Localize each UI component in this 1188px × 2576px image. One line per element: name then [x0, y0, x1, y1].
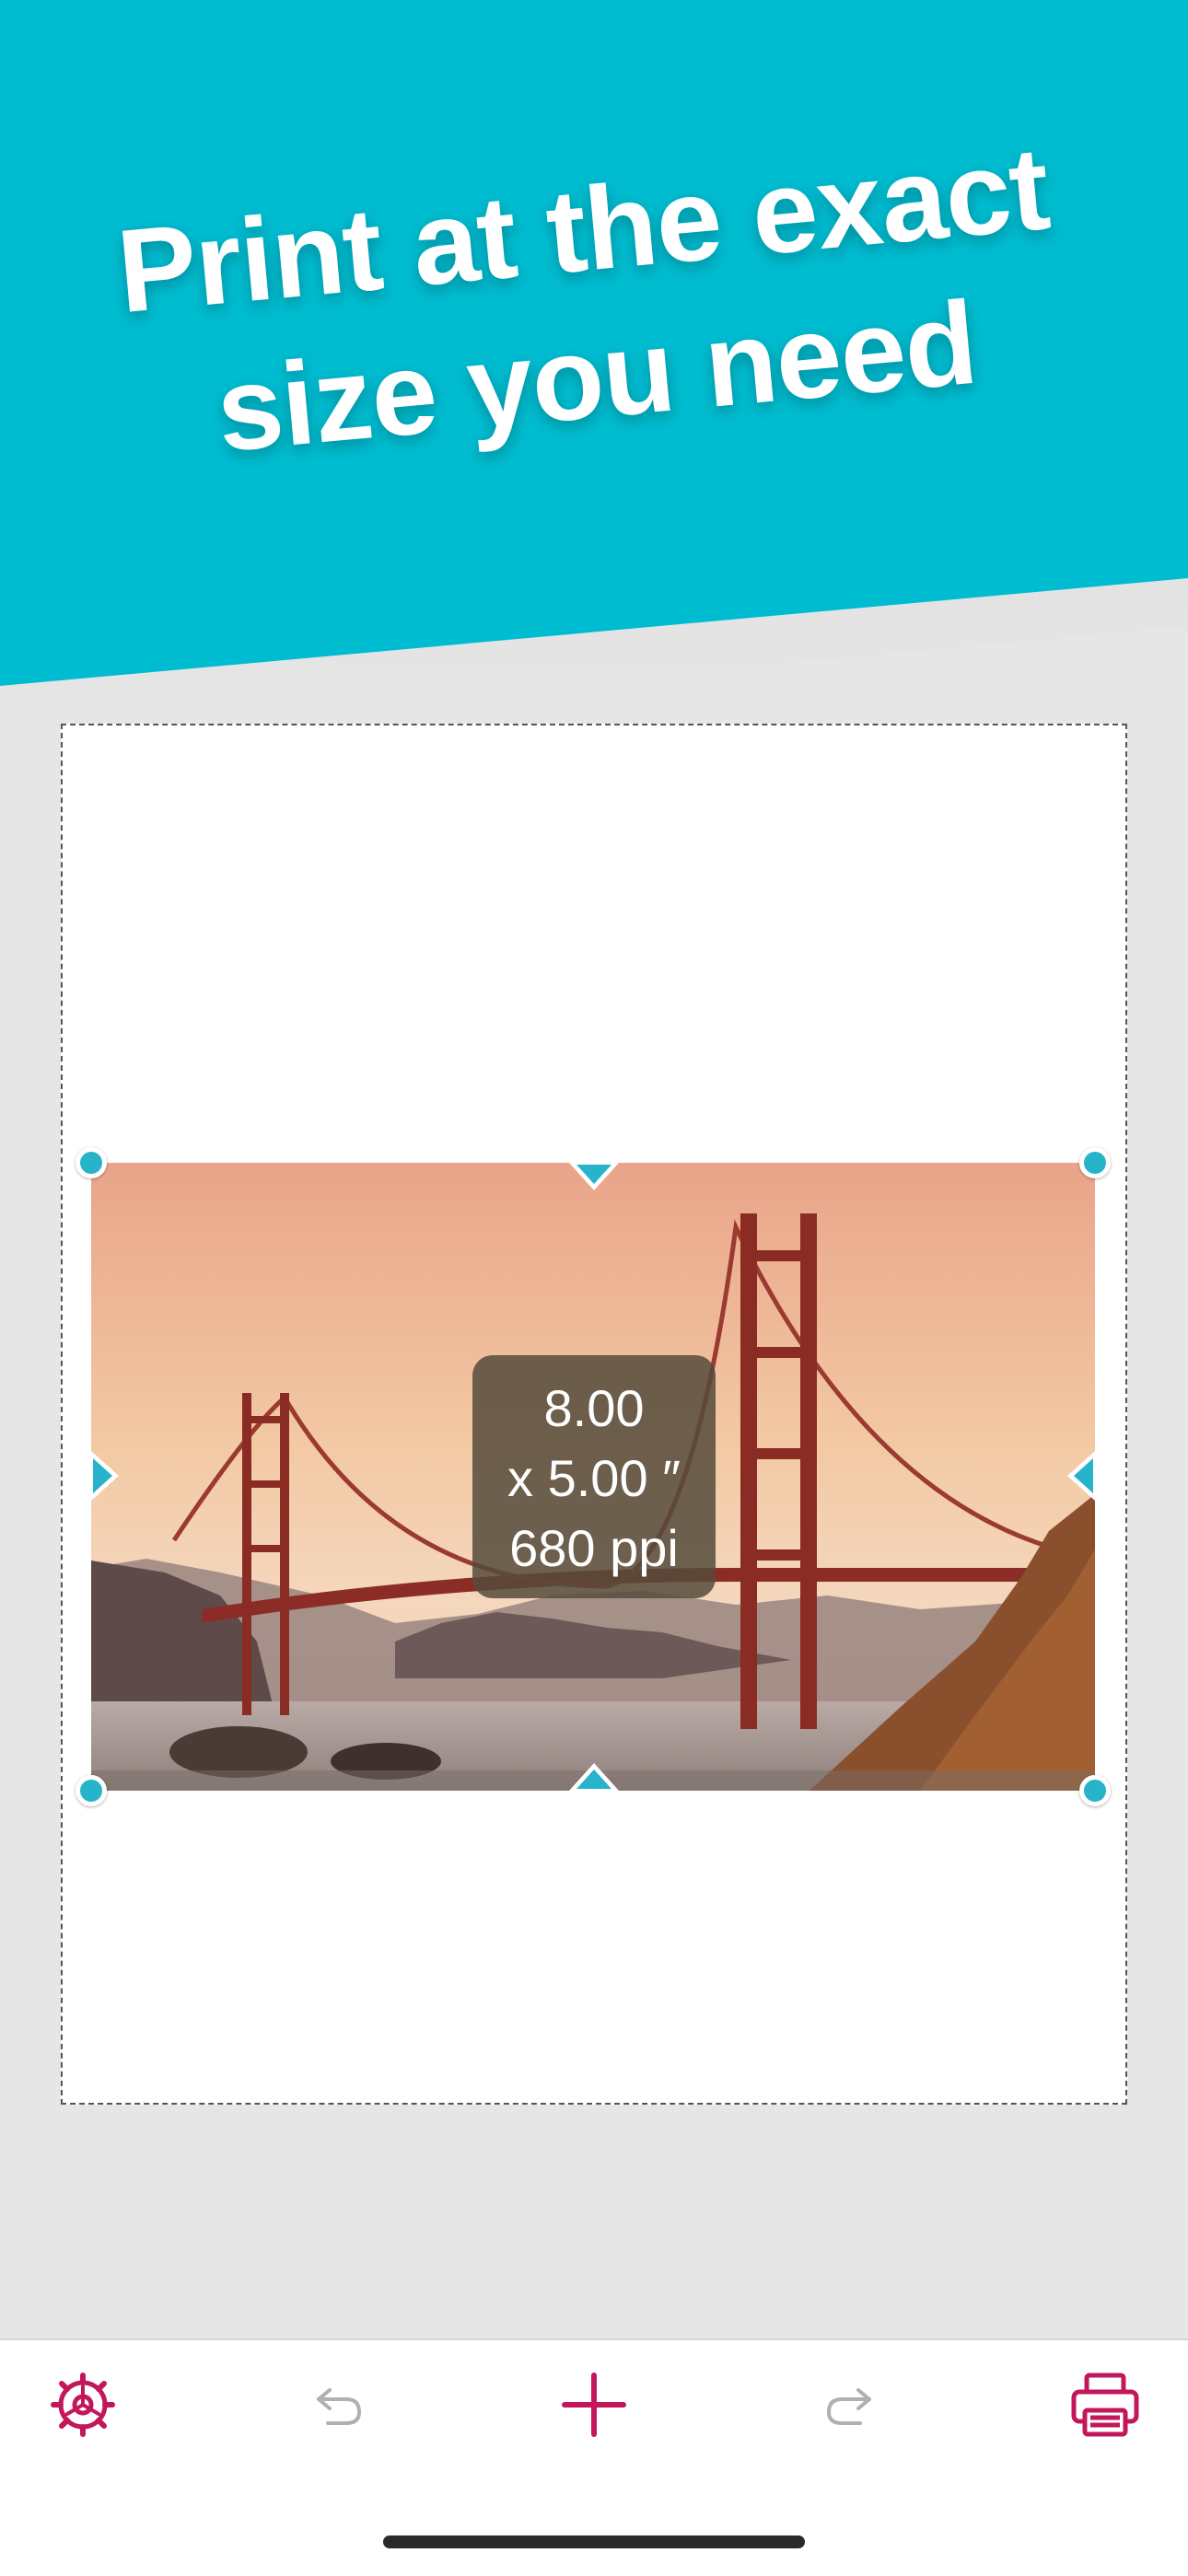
redo-icon — [826, 2388, 871, 2425]
resize-handle-bottom-inner — [577, 1770, 611, 1789]
resize-handle-top-left[interactable] — [76, 1147, 107, 1178]
plus-icon — [562, 2373, 626, 2437]
resize-handle-left-inner — [93, 1458, 112, 1493]
print-button[interactable] — [1045, 2340, 1165, 2478]
resize-handle-bottom-left[interactable] — [76, 1775, 107, 1806]
redo-button[interactable] — [789, 2340, 909, 2478]
resolution-value: 680 ppi — [509, 1519, 679, 1577]
height-value: x 5.00 ″ — [507, 1449, 681, 1507]
printer-icon — [1071, 2373, 1139, 2437]
home-indicator[interactable] — [383, 2535, 805, 2548]
dimension-overlay: 8.00 x 5.00 ″ 680 ppi — [472, 1355, 716, 1598]
undo-icon — [317, 2388, 362, 2425]
resize-handle-bottom-right[interactable] — [1079, 1775, 1111, 1806]
undo-button[interactable] — [279, 2340, 399, 2478]
resize-handle-top-inner — [577, 1165, 611, 1184]
resize-handle-right-inner — [1074, 1458, 1093, 1493]
width-value: 8.00 — [543, 1379, 645, 1437]
resize-handle-top-right[interactable] — [1079, 1147, 1111, 1178]
add-button[interactable] — [534, 2340, 654, 2478]
gear-icon — [51, 2373, 115, 2437]
settings-button[interactable] — [23, 2340, 143, 2478]
